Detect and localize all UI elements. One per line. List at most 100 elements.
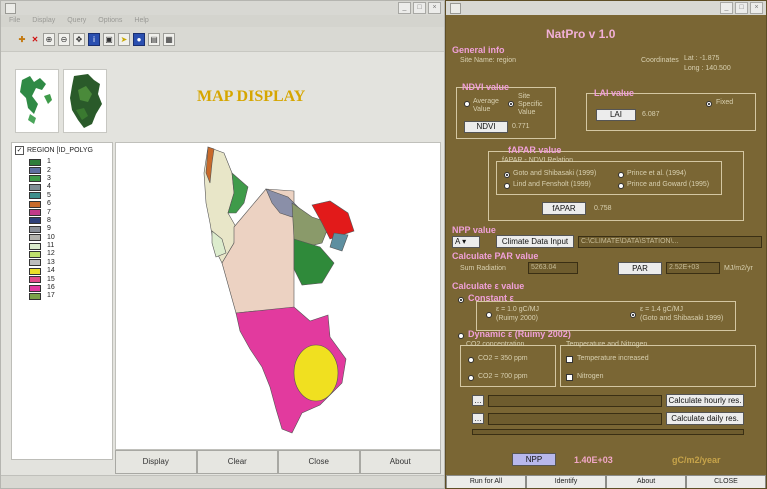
legend-swatch [29,167,41,175]
hourly-browse-button[interactable]: … [472,395,484,406]
natpro-bottom-bar: Run for All Identify About CLOSE [446,475,766,488]
fapar-prince1995-radio[interactable] [618,183,624,189]
full-extent-icon[interactable]: ▣ [103,32,115,46]
legend-item: 16 [12,284,112,292]
fapar-header: fAPAR value [508,145,562,155]
legend-label: 3 [47,174,51,182]
zoom-in-icon[interactable]: ⊕ [43,32,55,46]
par-header: Calculate PAR value [452,251,539,261]
solar-radiation-field[interactable]: 5263.04 [528,262,578,274]
maximize-icon[interactable]: □ [413,2,426,14]
add-layer-icon[interactable]: ✚ [17,34,27,45]
legend-swatch [29,292,41,300]
run-for-all-button[interactable]: Run for All [446,475,526,488]
legend-swatch [29,242,41,250]
dynamic-epsilon-radio[interactable] [458,333,464,339]
menu-display[interactable]: Display [32,15,55,27]
natpro-close-icon[interactable]: × [750,2,763,14]
calculate-daily-button[interactable]: Calculate daily res. [666,412,744,425]
co2-350-radio[interactable] [468,357,474,363]
zoom-out-icon[interactable]: ⊖ [58,32,70,46]
fapar-goto-radio[interactable] [504,172,510,178]
legend-item: 9 [12,225,112,233]
fapar-button[interactable]: fAPAR [542,202,586,215]
layer-legend-panel: ✓ REGION [ID_POLYG 1 2 3 4 5 6 7 8 9 10 11 12 13 14 15… [11,142,113,460]
layer-visibility-checkbox[interactable]: ✓ [15,146,24,155]
epsilon-ruimy-radio[interactable] [486,312,492,318]
menu-file[interactable]: File [9,15,20,27]
layout-icon[interactable]: ▦ [163,32,175,46]
npp-select[interactable]: A ▾ [452,236,480,248]
hourly-file-field[interactable] [488,395,662,407]
lai-fixed-radio[interactable] [706,101,712,107]
overview-thumbnail-region[interactable] [15,69,59,133]
legend-swatch [29,192,41,200]
lai-header: LAI value [594,88,635,98]
map-display-title: MAP DISPLAY [197,88,306,105]
legend-label: 10 [47,233,55,241]
nitrogen-checkbox[interactable] [566,374,573,381]
legend-swatch [29,158,41,166]
table-icon[interactable]: ▤ [148,32,160,46]
menu-query[interactable]: Query [67,15,86,27]
ndvi-site-specific-radio[interactable] [508,101,514,107]
info-icon[interactable]: i [88,32,100,46]
close-button[interactable]: Close [278,450,360,474]
minimize-icon[interactable]: _ [398,2,411,14]
legend-label: 13 [47,258,55,266]
climate-data-path-field[interactable]: C:\CLIMATE\DATA\STATION\... [578,236,762,248]
natpro-minimize-icon[interactable]: _ [720,2,733,14]
clear-button[interactable]: Clear [196,450,278,474]
dynamic-epsilon-label: Dynamic ε (Ruimy 2002) [468,329,571,339]
remove-layer-icon[interactable]: ✕ [30,34,40,45]
overview-site-graphic [70,74,102,128]
legend-item: 6 [12,200,112,208]
map-button-bar: Display Clear Close About [115,450,441,474]
ndvi-average-radio[interactable] [464,101,470,107]
temperature-nitrogen-header: Temperature and Nitrogen [566,341,648,348]
par-button[interactable]: PAR [618,262,662,275]
natpro-about-button[interactable]: About [606,475,686,488]
legend-layer-header[interactable]: ✓ REGION [ID_POLYG [12,143,112,158]
lai-button[interactable]: LAI [596,109,636,121]
co2-350-label: CO2 = 350 ppm [478,355,528,362]
natpro-window: _ □ × NatPro v 1.0 General info Site Nam… [445,0,767,489]
ndvi-button[interactable]: NDVI [464,121,508,133]
legend-label: 17 [47,292,55,300]
globe-icon[interactable]: ● [133,32,145,46]
epsilon-goto-radio[interactable] [630,312,636,318]
natpro-close-button[interactable]: CLOSE [686,475,766,488]
fapar-relation-group [496,161,722,195]
calculate-hourly-button[interactable]: Calculate hourly res. [666,394,744,407]
close-icon[interactable]: × [428,2,441,14]
overview-thumbnail-site[interactable] [63,69,107,133]
map-canvas[interactable] [115,142,441,450]
lai-value: 6.087 [642,111,660,118]
identify-button[interactable]: Identify [526,475,606,488]
daily-file-field[interactable] [488,413,662,425]
natpro-maximize-icon[interactable]: □ [735,2,748,14]
legend-label: 16 [47,284,55,292]
fapar-lind-radio[interactable] [504,183,510,189]
fapar-prince1994-radio[interactable] [618,172,624,178]
daily-browse-button[interactable]: … [472,413,484,424]
layer-name: REGION [ID_POLYG [27,147,93,154]
natpro-window-controls: _ □ × [720,2,763,14]
co2-header: CO2 concentration [466,341,525,348]
npp-button[interactable]: NPP [512,453,556,466]
constant-epsilon-radio[interactable] [458,297,464,303]
display-button[interactable]: Display [115,450,197,474]
about-button[interactable]: About [359,450,441,474]
menu-options[interactable]: Options [98,15,122,27]
legend-swatch [29,276,41,284]
pan-icon[interactable]: ✥ [73,32,85,46]
temperature-checkbox[interactable] [566,356,573,363]
menu-help[interactable]: Help [134,15,148,27]
select-arrow-icon[interactable]: ➤ [118,32,130,46]
co2-700-radio[interactable] [468,375,474,381]
menu-bar: File Display Query Options Help [1,15,444,27]
climate-data-input-button[interactable]: Climate Data Input [496,235,574,248]
legend-item: 13 [12,259,112,267]
legend-items: 1 2 3 4 5 6 7 8 9 10 11 12 13 14 15 16 17 [12,158,112,301]
fapar-prince1995-label: Prince and Goward (1995) [627,181,710,188]
